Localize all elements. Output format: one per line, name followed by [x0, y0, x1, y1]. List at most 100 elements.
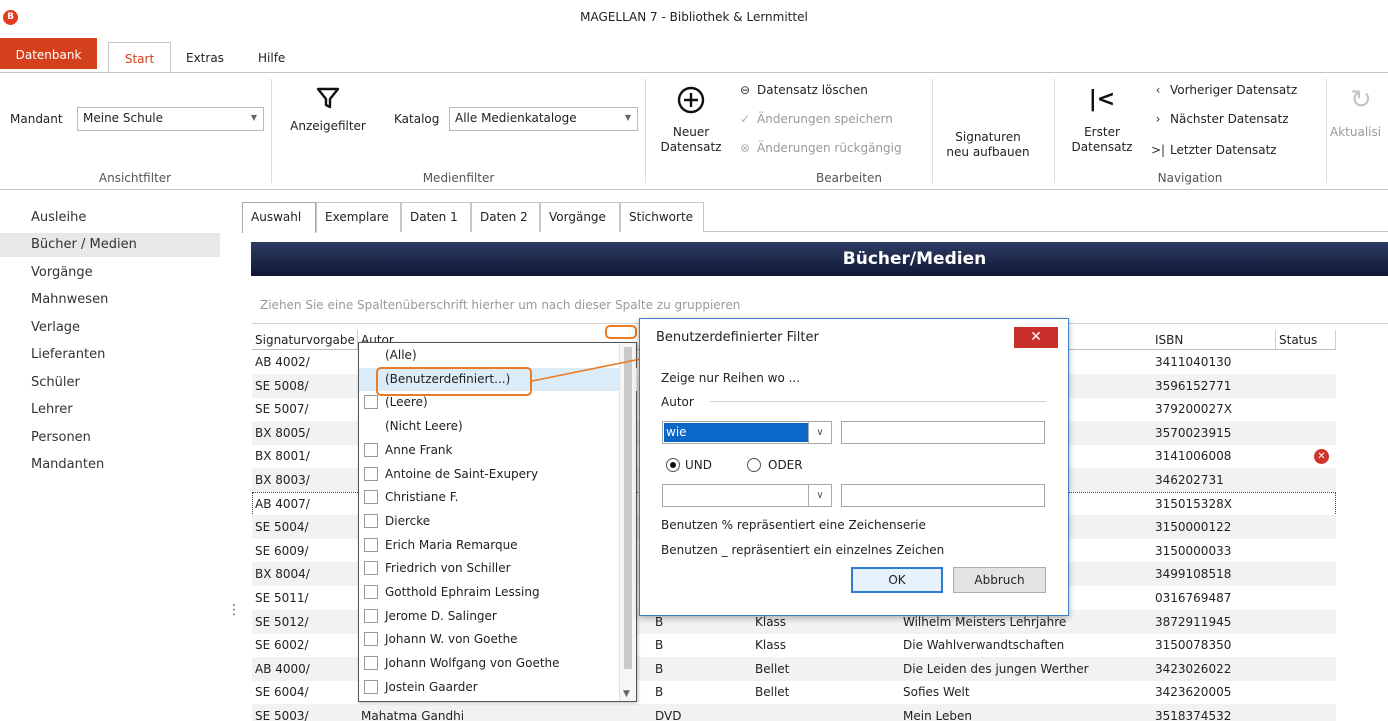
checkbox[interactable] [364, 442, 378, 457]
katalog-value: Alle Medienkataloge [455, 111, 577, 125]
dropdown-item[interactable]: Erich Maria Remarque [359, 534, 637, 557]
checkbox[interactable] [364, 585, 378, 599]
dropdown-item-label: (Nicht Leere) [385, 419, 463, 434]
katalog-select[interactable]: Alle Medienkataloge ▼ [449, 107, 638, 131]
dropdown-item-label: Jostein Gaarder [385, 679, 478, 694]
sidebar-item-vorgaenge[interactable]: Vorgänge [0, 261, 220, 285]
chevron-right-icon: › [1155, 112, 1161, 126]
table-row[interactable]: SE 5003/Mahatma Gandhi DVD Mein Leben 35183… [252, 704, 1336, 721]
dropdown-item[interactable]: Johann Wolfgang von Goethe [359, 652, 637, 675]
sidebar-item-verlage[interactable]: Verlage [0, 316, 220, 340]
checkbox[interactable] [364, 608, 378, 623]
title-bar: B MAGELLAN 7 - Bibliothek & Lernmittel [0, 0, 1388, 38]
vorheriger-datensatz-button[interactable]: ‹ Vorheriger Datensatz [1150, 83, 1298, 97]
cell-gattung: Bellet [755, 685, 790, 700]
tab-hilfe[interactable]: Hilfe [248, 42, 295, 72]
tab-vorgaenge[interactable]: Vorgänge [540, 202, 620, 232]
close-button[interactable]: ✕ [1014, 327, 1058, 348]
sidebar-item-mandanten[interactable]: Mandanten [0, 453, 220, 477]
tab-exemplare[interactable]: Exemplare [316, 202, 401, 232]
checkbox[interactable] [364, 632, 378, 647]
signaturen-label-1: Signaturen [955, 130, 1021, 144]
naechster-datensatz-button[interactable]: › Nächster Datensatz [1150, 112, 1289, 126]
checkbox[interactable] [364, 537, 378, 552]
divider [710, 401, 1046, 402]
tab-stichworte[interactable]: Stichworte [620, 202, 704, 232]
group-separator [645, 79, 646, 183]
sidebar-item-ausleihe[interactable]: Ausleihe [0, 206, 220, 230]
dropdown-item[interactable]: Jostein Gaarder [359, 676, 637, 699]
dropdown-item[interactable]: Anne Frank [359, 439, 637, 462]
cell-isbn: 3596152771 [1155, 378, 1232, 393]
checkbox[interactable] [364, 466, 378, 481]
cell-signatur: SE 5007/ [255, 402, 309, 417]
letzter-datensatz-button[interactable]: >| Letzter Datensatz [1150, 143, 1277, 157]
checkbox[interactable] [364, 679, 378, 694]
dropdown-item[interactable]: Antoine de Saint-Exupery [359, 463, 637, 486]
abbruch-button[interactable]: Abbruch [953, 567, 1046, 593]
erster-datensatz-button[interactable]: |< Erster Datensatz [1062, 87, 1142, 155]
aktualisieren-button[interactable]: ↻ Aktualisi [1330, 87, 1388, 140]
section-title: Bücher/Medien [251, 242, 1388, 276]
tab-auswahl[interactable]: Auswahl [242, 202, 316, 233]
neuer-datensatz-button[interactable]: Neuer Datensatz [652, 85, 730, 155]
erster-label-2: Datensatz [1071, 140, 1133, 154]
dropdown-item-label: Antoine de Saint-Exupery [385, 466, 539, 481]
sidebar-item-mahnwesen[interactable]: Mahnwesen [0, 288, 220, 312]
column-header-isbn[interactable]: ISBN [1152, 330, 1276, 350]
dropdown-item[interactable]: Christiane F. [359, 486, 637, 509]
tab-extras[interactable]: Extras [176, 42, 234, 72]
ok-button[interactable]: OK [851, 567, 943, 593]
value-2-input[interactable] [841, 484, 1045, 507]
dropdown-item[interactable]: (Nicht Leere) [359, 415, 637, 438]
signaturen-neu-aufbauen-button[interactable]: Signaturen neu aufbauen [936, 130, 1040, 160]
checkbox[interactable] [364, 656, 378, 671]
group-separator [1326, 79, 1327, 183]
sidebar-item-lehrer[interactable]: Lehrer [0, 398, 220, 422]
radio-oder[interactable] [747, 458, 761, 472]
operator-2-select[interactable]: ∨ [662, 484, 832, 507]
dropdown-item[interactable]: Friedrich von Schiller [359, 557, 637, 580]
aenderungen-speichern-button[interactable]: ✓ Änderungen speichern [737, 112, 893, 126]
operator-1-select[interactable]: wie ∨ [662, 421, 832, 444]
column-header-signaturvorgabe[interactable]: Signaturvorgabe [252, 330, 358, 350]
scrollbar-thumb[interactable] [624, 347, 632, 669]
tab-datenbank[interactable]: Datenbank [0, 38, 97, 69]
sidebar-item-buecher-medien[interactable]: Bücher / Medien [0, 233, 220, 257]
chevron-down-icon[interactable]: ▼ [623, 689, 630, 699]
dropdown-item[interactable]: Johann W. von Goethe [359, 628, 637, 651]
aenderungen-rueckgaengig-button[interactable]: ⊗ Änderungen rückgängig [737, 141, 902, 155]
value-1-input[interactable] [841, 421, 1045, 444]
dropdown-item-label: Jerome D. Salinger [385, 608, 497, 623]
sidebar-item-lieferanten[interactable]: Lieferanten [0, 343, 220, 367]
cell-isbn: 315015328X [1155, 496, 1232, 511]
cell-autor: Mahatma Gandhi [361, 709, 465, 721]
ribbon-tabs: Datenbank Start Extras Hilfe [0, 38, 1388, 77]
checkbox[interactable] [364, 561, 378, 576]
tab-daten-2[interactable]: Daten 2 [471, 202, 540, 232]
checkbox[interactable] [364, 490, 378, 505]
benutzerdefiniert-highlight [376, 367, 532, 396]
column-header-status[interactable]: Status [1276, 330, 1336, 350]
sidebar-item-personen[interactable]: Personen [0, 426, 220, 450]
group-label-medienfilter: Medienfilter [422, 171, 495, 185]
checkbox[interactable] [364, 395, 378, 410]
anzeigefilter-button[interactable]: Anzeigefilter [280, 85, 376, 134]
checkbox[interactable] [364, 513, 378, 528]
dropdown-scrollbar[interactable]: ▼ [619, 343, 636, 701]
dropdown-item[interactable]: Gotthold Ephraim Lessing [359, 581, 637, 604]
splitter-handle-icon[interactable]: ⋮ [227, 602, 241, 618]
dropdown-item[interactable]: Jerome D. Salinger [359, 605, 637, 628]
tab-daten-1[interactable]: Daten 1 [401, 202, 471, 232]
status-error-icon: ✕ [1314, 449, 1329, 465]
mandant-select[interactable]: Meine Schule ▼ [77, 107, 264, 131]
cell-isbn: 3411040130 [1155, 355, 1232, 369]
sidebar-item-schueler[interactable]: Schüler [0, 371, 220, 395]
signaturen-label-2: neu aufbauen [946, 145, 1030, 159]
neuer-label-2: Datensatz [660, 140, 722, 154]
naechster-label: Nächster Datensatz [1170, 112, 1289, 126]
cell-titel: Die Wahlverwandtschaften [903, 638, 1065, 653]
dropdown-item[interactable]: Diercke [359, 510, 637, 533]
datensatz-loeschen-button[interactable]: ⊖ Datensatz löschen [737, 83, 868, 97]
radio-und[interactable] [666, 458, 680, 472]
